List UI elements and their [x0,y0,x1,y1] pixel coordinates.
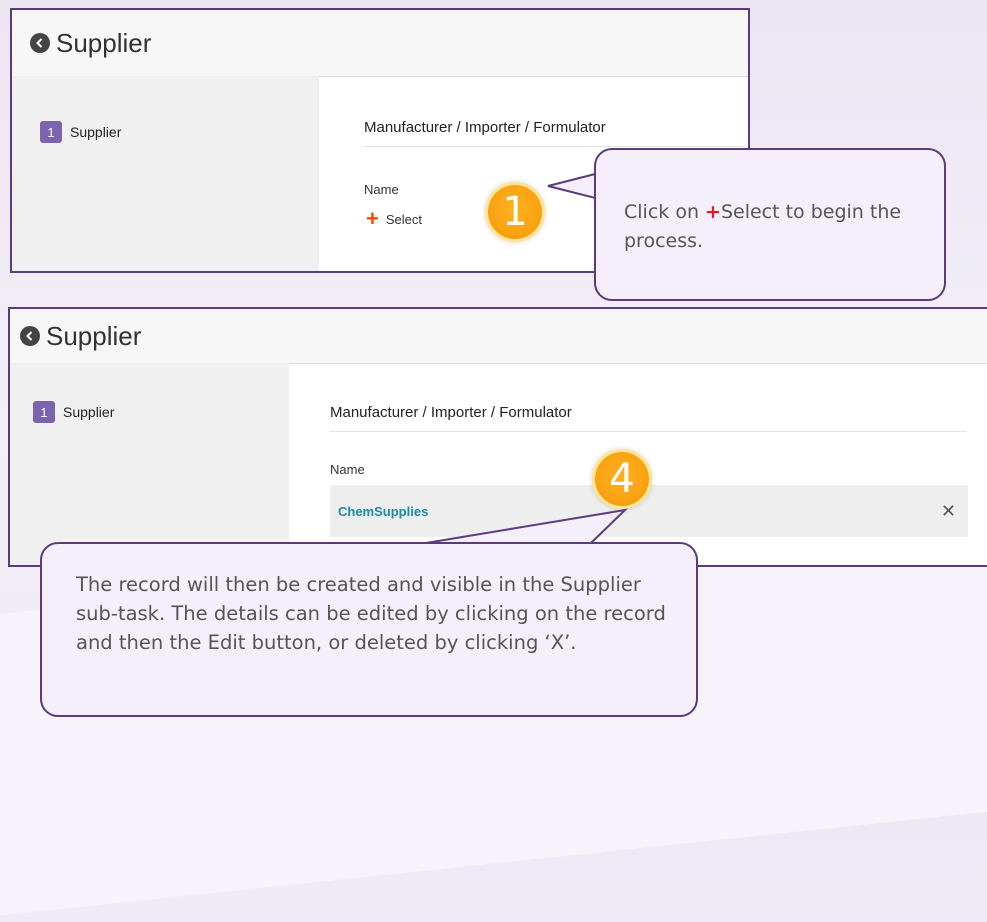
panel-header: Supplier [12,10,748,77]
callout-text: The record will then be created and visi… [76,573,666,654]
sidebar: 1 Supplier [12,76,319,271]
sidebar-item-supplier[interactable]: 1 Supplier [40,121,121,143]
back-arrow-icon[interactable] [20,326,40,346]
section-title: Manufacturer / Importer / Formulator [364,119,744,147]
sidebar-item-supplier[interactable]: 1 Supplier [33,401,114,423]
name-label: Name [364,182,399,197]
step-marker-1: 1 [485,182,545,242]
plus-icon: + [705,201,721,223]
page-title: Supplier [56,27,152,58]
panel-header: Supplier [10,309,987,364]
close-icon[interactable]: ✕ [941,501,956,522]
back-arrow-icon[interactable] [30,33,50,53]
page-title: Supplier [46,320,142,351]
sidebar-item-label: Supplier [70,124,122,140]
select-label: Select [385,211,422,227]
callout-instructions-bottom: The record will then be created and visi… [40,542,698,717]
sidebar: 1 Supplier [10,363,289,565]
sidebar-item-label: Supplier [63,404,115,420]
select-button[interactable]: + Select [366,208,422,230]
callout-instructions-top: Click on +Select to begin the process. [594,148,946,301]
step-number-badge: 1 [33,401,55,423]
plus-icon: + [366,206,379,231]
name-label: Name [330,462,365,477]
step-number-badge: 1 [40,121,62,143]
callout-text-prefix: Click on [624,201,706,223]
section-title: Manufacturer / Importer / Formulator [330,404,966,432]
